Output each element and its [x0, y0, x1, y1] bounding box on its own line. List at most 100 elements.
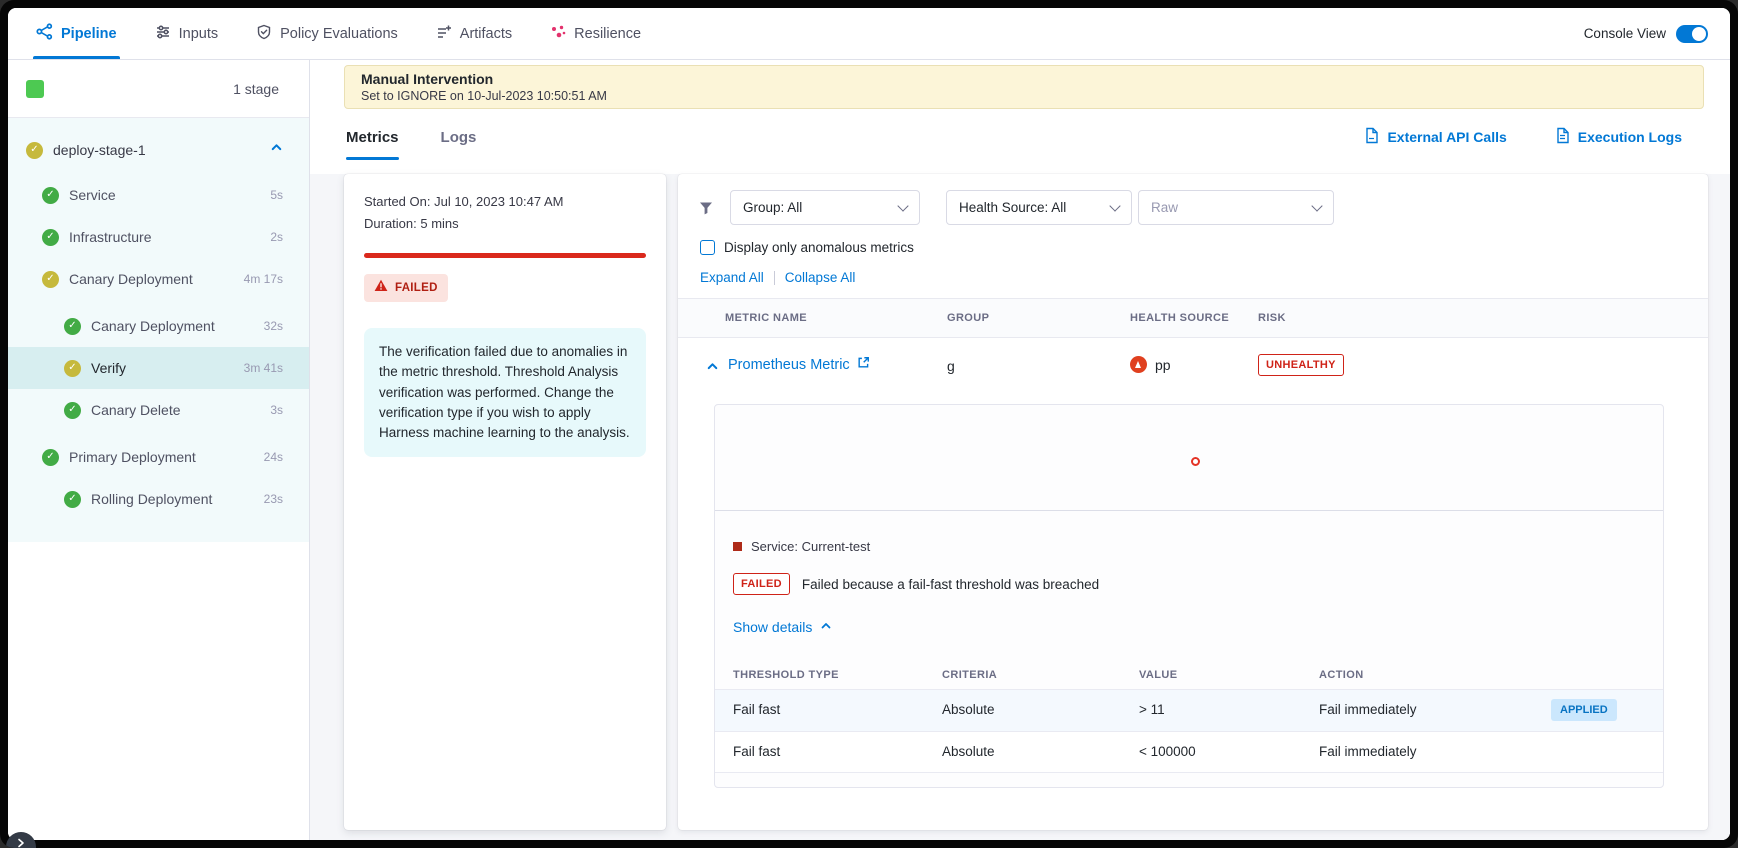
chevron-down-icon	[1311, 200, 1322, 211]
duration-text: Duration: 5 mins	[364, 216, 646, 231]
verification-message: The verification failed due to anomalies…	[364, 328, 646, 457]
nav-tab-label: Pipeline	[61, 26, 117, 42]
console-view-toggle[interactable]	[1676, 25, 1708, 43]
select-value: Group: All	[743, 200, 802, 215]
show-details-label: Show details	[733, 619, 812, 635]
step-canary-deployment[interactable]: Canary Deployment 32s	[8, 305, 309, 347]
checkbox-label: Display only anomalous metrics	[724, 240, 914, 255]
column-header-metric-name: METRIC NAME	[725, 312, 807, 324]
warning-check-icon	[42, 271, 59, 288]
value-cell: > 11	[1139, 702, 1165, 717]
step-canary-delete[interactable]: Canary Delete 3s	[8, 389, 309, 431]
step-rolling-deployment[interactable]: Rolling Deployment 23s	[8, 478, 309, 520]
step-label: Canary Delete	[91, 402, 181, 418]
step-canary-deployment-group[interactable]: Canary Deployment 4m 17s	[8, 258, 309, 300]
warning-triangle-icon	[374, 279, 388, 297]
stage-row-deploy-stage-1[interactable]: deploy-stage-1	[8, 126, 309, 174]
prometheus-health-source-icon	[1130, 356, 1147, 373]
execution-logs-link[interactable]: Execution Logs	[1555, 127, 1682, 147]
success-check-icon	[64, 318, 81, 335]
legend-label: Service: Current-test	[751, 539, 870, 554]
nav-tab-artifacts[interactable]: Artifacts	[436, 8, 512, 59]
nav-tab-label: Artifacts	[460, 26, 512, 42]
nav-tab-resilience[interactable]: Resilience	[550, 8, 641, 59]
stage-tree: deploy-stage-1 Service 5s Infrastructure…	[8, 118, 309, 542]
step-duration: 4m 17s	[244, 272, 283, 286]
manual-intervention-banner: Manual Intervention Set to IGNORE on 10-…	[344, 65, 1704, 109]
banner-subtitle: Set to IGNORE on 10-Jul-2023 10:50:51 AM	[361, 89, 1687, 103]
stage-status-square	[26, 80, 44, 98]
inputs-icon	[155, 24, 171, 44]
console-view-control: Console View	[1584, 25, 1708, 43]
metric-table-row: Prometheus Metric g pp UNHEALTHY	[678, 338, 1708, 394]
step-service[interactable]: Service 5s	[8, 174, 309, 216]
collapse-all-link[interactable]: Collapse All	[785, 270, 856, 285]
column-header-group: GROUP	[947, 312, 989, 324]
metric-view-select[interactable]: Raw	[1138, 190, 1334, 225]
select-value: Health Source: All	[959, 200, 1066, 215]
criteria-cell: Absolute	[942, 702, 995, 717]
failed-status-label: FAILED	[395, 282, 438, 294]
execution-sidebar: 1 stage deploy-stage-1 Service 5s	[8, 60, 310, 840]
threshold-type-cell: Fail fast	[733, 702, 780, 717]
failure-reason-row: FAILED Failed because a fail-fast thresh…	[733, 573, 1099, 595]
nav-tab-pipeline[interactable]: Pipeline	[36, 8, 117, 59]
step-duration: 3s	[270, 403, 283, 417]
step-infrastructure[interactable]: Infrastructure 2s	[8, 216, 309, 258]
metrics-table-header: METRIC NAME GROUP HEALTH SOURCE RISK	[678, 298, 1708, 338]
step-duration: 3m 41s	[244, 361, 283, 375]
thresholds-table-header: THRESHOLD TYPE CRITERIA VALUE ACTION	[715, 661, 1663, 689]
screenshot-frame: Pipeline Inputs Policy Evaluations Artif…	[0, 0, 1738, 848]
expand-all-link[interactable]: Expand All	[700, 270, 764, 285]
nav-tab-label: Resilience	[574, 26, 641, 42]
filter-funnel-icon[interactable]	[698, 200, 714, 221]
step-label: Primary Deployment	[69, 449, 196, 465]
chevron-up-icon[interactable]	[270, 141, 283, 159]
threshold-row: Fail fast Absolute < 100000 Fail immedia…	[715, 731, 1663, 773]
step-verify[interactable]: Verify 3m 41s	[8, 347, 309, 389]
health-source-filter-select[interactable]: Health Source: All	[946, 190, 1132, 225]
step-label: Canary Deployment	[91, 318, 215, 334]
header-links: External API Calls Execution Logs	[1364, 127, 1682, 147]
success-check-icon	[42, 449, 59, 466]
warning-check-icon	[64, 360, 81, 377]
verification-summary-card: Started On: Jul 10, 2023 10:47 AM Durati…	[344, 174, 666, 830]
shield-check-icon	[256, 24, 272, 44]
metric-detail-box: Service: Current-test FAILED Failed beca…	[714, 404, 1664, 788]
health-source-cell: pp	[1130, 356, 1171, 373]
divider	[774, 271, 775, 285]
column-header-threshold-type: THRESHOLD TYPE	[733, 669, 839, 681]
group-filter-select[interactable]: Group: All	[730, 190, 920, 225]
threshold-row: Fail fast Absolute > 11 Fail immediately…	[715, 689, 1663, 731]
applied-tag: APPLIED	[1551, 699, 1617, 721]
expand-collapse-controls: Expand All Collapse All	[700, 270, 855, 285]
chevron-up-icon	[820, 619, 832, 635]
show-details-link[interactable]: Show details	[733, 619, 832, 635]
nav-tab-policy-evaluations[interactable]: Policy Evaluations	[256, 8, 398, 59]
step-primary-deployment[interactable]: Primary Deployment 24s	[8, 436, 309, 478]
step-duration: 24s	[264, 450, 283, 464]
metric-group-value: g	[947, 358, 955, 374]
toggle-knob	[1692, 27, 1706, 41]
log-document-icon	[1555, 127, 1570, 147]
value-cell: < 100000	[1139, 744, 1196, 759]
metric-name-link[interactable]: Prometheus Metric	[728, 356, 870, 373]
tab-metrics[interactable]: Metrics	[346, 112, 399, 162]
chevron-right-icon	[16, 835, 26, 848]
external-api-calls-link[interactable]: External API Calls	[1364, 127, 1506, 147]
anomalous-metrics-filter: Display only anomalous metrics	[700, 240, 914, 255]
nav-tab-inputs[interactable]: Inputs	[155, 8, 219, 59]
column-header-criteria: CRITERIA	[942, 669, 997, 681]
chevron-down-icon	[897, 200, 908, 211]
tab-logs[interactable]: Logs	[441, 112, 477, 162]
main-content: Manual Intervention Set to IGNORE on 10-…	[310, 60, 1730, 840]
collapse-row-chevron-up-icon[interactable]	[706, 360, 719, 378]
tab-label: Metrics	[346, 129, 399, 146]
metrics-panel: Group: All Health Source: All Raw Displa…	[678, 174, 1708, 830]
step-duration: 23s	[264, 492, 283, 506]
stage-name: deploy-stage-1	[53, 142, 146, 158]
detail-tabs-row: Metrics Logs External API Calls	[346, 112, 1682, 162]
risk-badge-unhealthy: UNHEALTHY	[1258, 354, 1344, 376]
stage-summary-row: 1 stage	[8, 60, 309, 118]
anomalous-metrics-checkbox[interactable]	[700, 240, 715, 255]
